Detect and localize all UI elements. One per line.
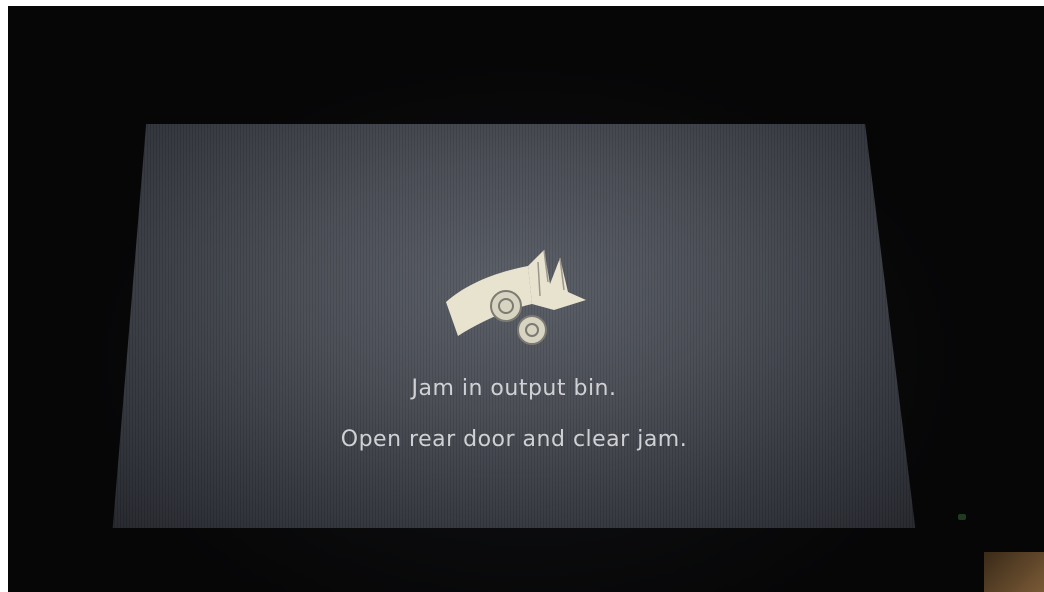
- jam-message-instruction: Open rear door and clear jam.: [340, 427, 688, 452]
- jam-message-title: Jam in output bin.: [411, 376, 617, 401]
- printer-lcd-screen: Jam in output bin. Open rear door and cl…: [112, 124, 916, 528]
- status-led: [958, 514, 966, 520]
- printer-photo: Jam in output bin. Open rear door and cl…: [8, 6, 1044, 592]
- paper-jam-icon: [446, 249, 586, 345]
- background-surface: [984, 552, 1044, 592]
